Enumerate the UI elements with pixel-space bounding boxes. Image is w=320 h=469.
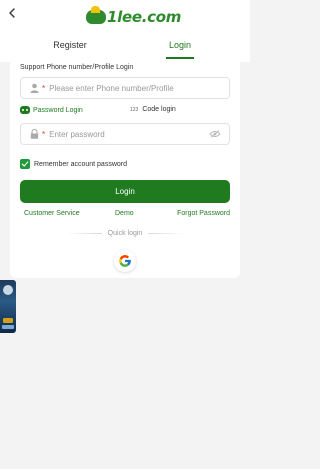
customer-service-link[interactable]: Customer Service [24,210,80,217]
logo-text: 1lee.com [107,8,182,26]
app-header: 1lee.com Register Login [0,0,250,62]
divider-right [148,232,185,234]
phone-field[interactable]: * [20,77,230,99]
logo-mark-icon [86,6,106,24]
promo-strip [2,325,14,329]
code-login-label: Code login [142,106,176,113]
auth-tabs: Register Login [0,33,250,61]
remember-password-toggle[interactable]: Remember account password [20,159,127,169]
code-123-icon: 123 [130,106,139,113]
remember-label: Remember account password [34,160,127,168]
side-promo-banner[interactable] [0,280,16,333]
help-links: Customer Service Demo Forgot Password [20,210,230,220]
password-field[interactable]: * [20,123,230,145]
code-login-option[interactable]: 123 Code login [130,106,176,113]
password-dots-icon [20,106,30,114]
tab-register[interactable]: Register [30,33,110,59]
login-button[interactable]: Login [20,180,230,203]
google-login-button[interactable] [114,250,136,272]
brand-logo: 1lee.com [86,6,181,27]
promo-badge-icon [3,318,13,323]
forgot-password-link[interactable]: Forgot Password [177,210,230,217]
login-mode-switch: Password Login 123 Code login [20,106,230,118]
promo-logo-icon [3,285,13,295]
eye-closed-icon[interactable] [209,129,221,139]
checkbox-checked-icon[interactable] [20,159,30,169]
password-login-label: Password Login [33,106,83,114]
quick-login-label: Quick login [107,229,143,237]
back-button[interactable] [6,7,20,21]
phone-input[interactable] [49,83,229,93]
lock-icon [29,129,39,139]
required-mark: * [42,83,46,93]
chevron-left-icon [9,8,15,18]
section-title: Support Phone number/Profile Login [20,64,134,71]
tab-login[interactable]: Login [140,33,220,59]
divider-left [65,232,102,234]
password-login-option[interactable]: Password Login [20,106,83,114]
google-icon [119,255,131,267]
user-icon [29,83,39,93]
demo-link[interactable]: Demo [115,210,134,217]
required-mark: * [42,129,46,139]
password-input[interactable] [49,129,209,139]
login-form: Support Phone number/Profile Login * Pas… [10,62,240,278]
quick-login-divider: Quick login [20,228,230,238]
